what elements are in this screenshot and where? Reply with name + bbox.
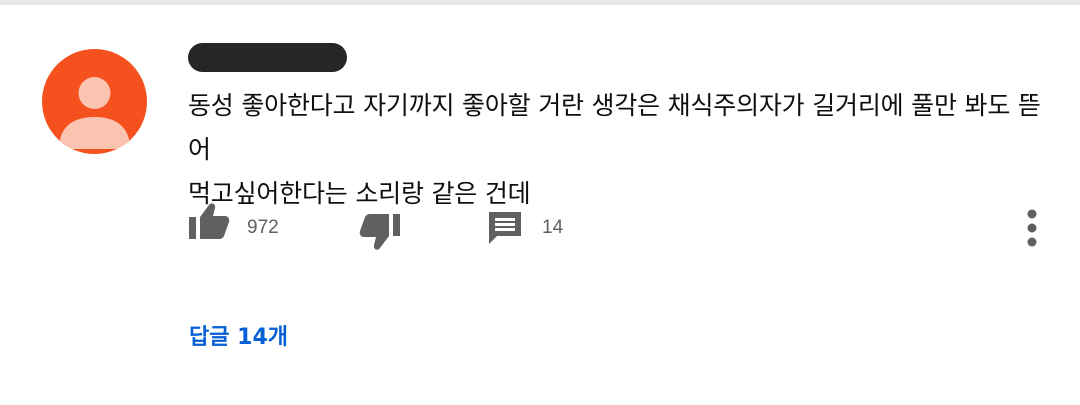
comment-text-line: 동성 좋아한다고 자기까지 좋아할 거란 생각은 채식주의자가 길거리에 풀만 …: [188, 91, 1041, 164]
view-replies-link[interactable]: 답글 14개: [189, 319, 288, 351]
avatar[interactable]: [42, 49, 147, 154]
thumbs-down-icon: [359, 214, 400, 250]
comment-icon: [489, 212, 521, 244]
comment-text-line: 먹고싶어한다는 소리랑 같은 건데: [188, 179, 531, 208]
like-count: 972: [247, 217, 279, 238]
more-vertical-icon: [1027, 209, 1037, 247]
default-avatar-icon: [59, 77, 130, 149]
reply-count: 14: [542, 217, 564, 238]
like-button[interactable]: [189, 202, 231, 242]
reply-button[interactable]: [487, 210, 523, 246]
top-divider: [0, 0, 1080, 5]
author-name-redacted[interactable]: [188, 43, 347, 72]
dislike-button[interactable]: [358, 214, 400, 254]
comment-item: 동성 좋아한다고 자기까지 좋아할 거란 생각은 채식주의자가 길거리에 풀만 …: [0, 0, 1080, 405]
more-options-button[interactable]: [1022, 209, 1042, 247]
comment-text: 동성 좋아한다고 자기까지 좋아할 거란 생각은 채식주의자가 길거리에 풀만 …: [188, 84, 1048, 216]
thumbs-up-icon: [189, 203, 230, 239]
